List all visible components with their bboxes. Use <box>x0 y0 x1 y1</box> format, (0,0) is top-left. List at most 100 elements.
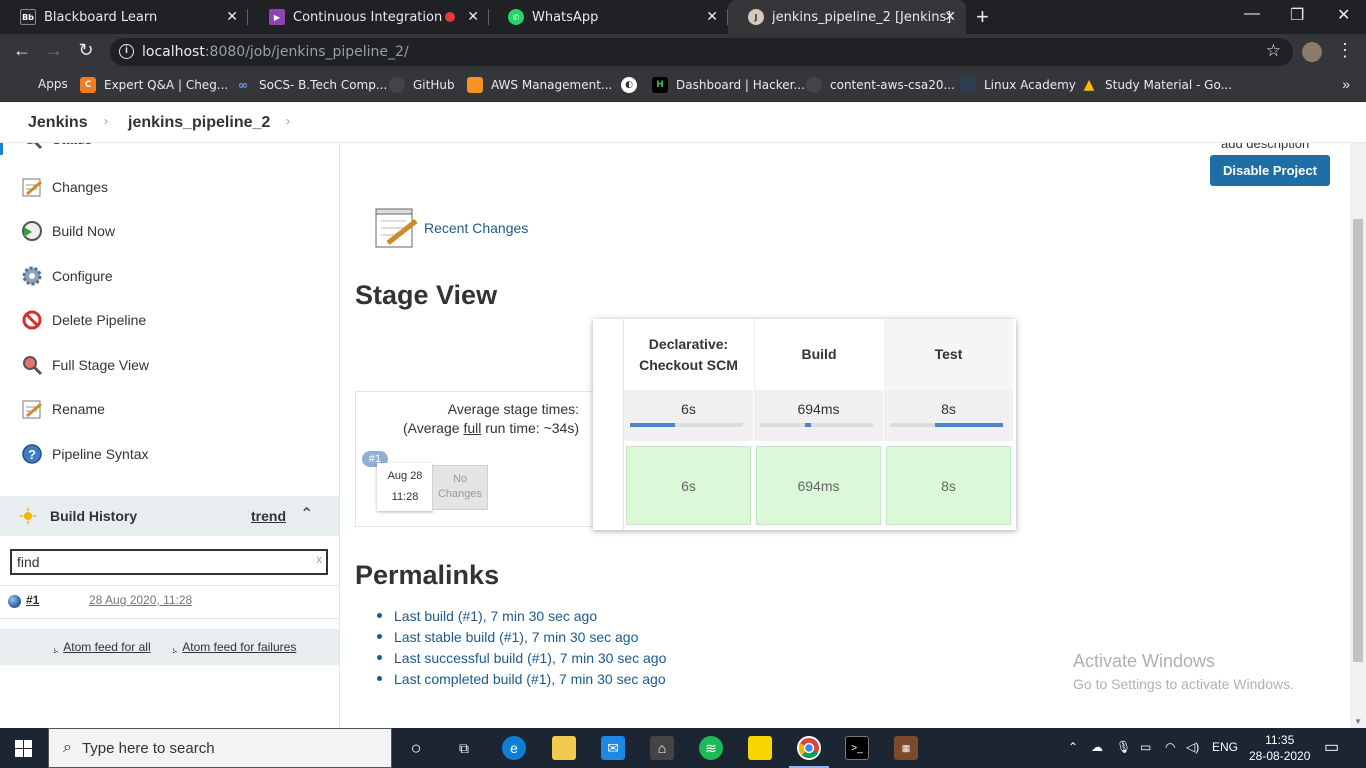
whatsapp-icon: ✆ <box>508 9 524 25</box>
build-date-link[interactable]: 28 Aug 2020, 11:28 <box>89 593 192 607</box>
microphone-icon[interactable]: 🎙︎ <box>1116 740 1131 754</box>
github-icon <box>806 77 822 93</box>
tab-jenkins[interactable]: J jenkins_pipeline_2 [Jenkins] ✕ <box>728 0 966 34</box>
scroll-down-icon[interactable]: ▼ <box>1354 717 1362 726</box>
bookmark-hackerrank[interactable]: H Dashboard | Hacker... <box>652 77 805 93</box>
bookmark-linux-academy[interactable]: Linux Academy <box>960 77 1076 93</box>
info-icon[interactable]: i <box>119 44 134 59</box>
sidebar-item-build-now[interactable]: Build Now <box>0 211 340 251</box>
activate-windows-title: Activate Windows <box>1073 651 1216 671</box>
main-content: add description Disable Project Recent C… <box>341 143 1350 728</box>
atom-feed-all-link[interactable]: ◟ Atom feed for all <box>54 640 151 654</box>
build-history-header: Build History trend ⌃ <box>0 496 339 536</box>
onedrive-icon[interactable]: ☁ <box>1091 740 1103 754</box>
bookmark-content-aws[interactable]: content-aws-csa20... <box>806 77 955 93</box>
forward-icon[interactable]: → <box>42 40 66 61</box>
atom-feed-failures-link[interactable]: ◟ Atom feed for failures <box>173 640 296 654</box>
chevron-up-icon[interactable]: ⌃ <box>300 504 313 524</box>
infinity-icon: ∞ <box>238 78 248 92</box>
run-date: Aug 28 11:28 <box>377 463 433 511</box>
bookmark-socs[interactable]: ∞ SoCS- B.Tech Comp... <box>235 77 387 93</box>
clock-play-icon <box>20 219 44 243</box>
tab-whatsapp[interactable]: ✆ WhatsApp ✕ <box>488 0 728 34</box>
system-clock[interactable]: 11:35 28-08-2020 <box>1249 732 1310 764</box>
avg-progress-fill <box>805 423 811 427</box>
window-close-icon[interactable]: ✕ <box>1337 5 1350 25</box>
page-scrollbar[interactable]: ▲ ▼ <box>1350 103 1366 728</box>
tab-blackboard[interactable]: Bb Blackboard Learn ✕ <box>0 0 248 34</box>
close-icon[interactable]: ✕ <box>706 9 718 25</box>
disable-project-button[interactable]: Disable Project <box>1210 155 1330 186</box>
windows-start-icon[interactable] <box>15 740 32 757</box>
wifi-icon[interactable]: ◠ <box>1165 740 1175 754</box>
close-icon[interactable]: ✕ <box>944 9 956 25</box>
bookmark-aws[interactable]: AWS Management... <box>467 77 612 93</box>
run-no-changes[interactable]: No Changes <box>432 465 488 510</box>
reload-icon[interactable]: ↻ <box>74 40 98 61</box>
stage-header-build: Build <box>754 319 883 390</box>
search-icon: ⌕ <box>63 739 72 756</box>
tab-title: WhatsApp <box>532 9 599 25</box>
build-search-field[interactable]: x <box>10 549 328 575</box>
volume-icon[interactable]: ◁) <box>1186 740 1199 754</box>
new-tab-icon[interactable]: + <box>976 4 989 30</box>
chrome-icon[interactable] <box>797 736 821 760</box>
close-icon[interactable]: ✕ <box>226 9 238 25</box>
clear-icon[interactable]: x <box>317 554 323 566</box>
breadcrumb-job[interactable]: jenkins_pipeline_2 <box>128 114 270 132</box>
bookmark-github[interactable]: GitHub <box>389 77 455 93</box>
menu-icon[interactable]: ⋮ <box>1336 40 1354 61</box>
language-indicator[interactable]: ENG <box>1212 740 1238 754</box>
sidebar-item-full-stage-view[interactable]: Full Stage View <box>0 345 340 385</box>
spotify-icon[interactable]: ≋ <box>699 736 723 760</box>
scroll-thumb[interactable] <box>1353 219 1363 662</box>
battery-icon[interactable]: ▭ <box>1140 740 1151 754</box>
bookmark-star-icon[interactable]: ☆ <box>1266 41 1281 61</box>
notifications-icon[interactable]: ▭ <box>1324 737 1339 757</box>
back-icon[interactable]: ← <box>10 40 34 61</box>
minimize-icon[interactable]: — <box>1244 5 1260 23</box>
tab-continuous-integration[interactable]: ▶ Continuous Integration & De ✕ <box>249 0 489 34</box>
show-hidden-icons-icon[interactable]: ⌃ <box>1068 740 1078 754</box>
bookmark-chegg[interactable]: C Expert Q&A | Cheg... <box>80 77 228 93</box>
taskbar-search[interactable]: ⌕ Type here to search <box>48 728 392 768</box>
profile-avatar[interactable] <box>1302 42 1322 62</box>
permalink-last-successful[interactable]: Last successful build (#1), 7 min 30 sec… <box>377 647 666 668</box>
bookmark-apps[interactable]: Apps <box>16 77 68 91</box>
sidebar-item-delete-pipeline[interactable]: Delete Pipeline <box>0 300 340 340</box>
breadcrumb-jenkins[interactable]: Jenkins <box>28 114 88 132</box>
sidebar-item-changes[interactable]: Changes <box>0 167 340 207</box>
permalink-last-completed[interactable]: Last completed build (#1), 7 min 30 sec … <box>377 668 666 689</box>
find-input[interactable] <box>12 551 302 573</box>
cortana-icon[interactable]: ○ <box>404 736 428 760</box>
sidebar-item-configure[interactable]: Configure <box>0 256 340 296</box>
build-number-link[interactable]: #1 <box>26 593 39 607</box>
close-icon[interactable]: ✕ <box>467 9 479 25</box>
url-text[interactable]: localhost:8080/job/jenkins_pipeline_2/ <box>142 44 409 60</box>
stage-cell-checkout[interactable]: 6s <box>626 446 751 525</box>
stage-cell-build[interactable]: 694ms <box>756 446 881 525</box>
bookmark-globe[interactable]: ◐ <box>621 77 645 93</box>
permalink-last-build[interactable]: Last build (#1), 7 min 30 sec ago <box>377 605 666 626</box>
terminal-icon[interactable]: >_ <box>845 736 869 760</box>
more-bookmarks-icon[interactable]: » <box>1342 76 1350 92</box>
game-icon[interactable]: ▦ <box>894 736 918 760</box>
video-icon: ▶ <box>269 9 285 25</box>
sidebar-item-pipeline-syntax[interactable]: ? Pipeline Syntax <box>0 434 340 474</box>
chevron-right-icon[interactable]: › <box>286 114 290 128</box>
edge-icon[interactable]: e <box>502 736 526 760</box>
mail-icon[interactable]: ✉ <box>601 736 625 760</box>
address-bar[interactable]: i localhost:8080/job/jenkins_pipeline_2/… <box>110 38 1293 66</box>
recent-changes-link[interactable]: Recent Changes <box>424 220 528 236</box>
trend-link[interactable]: trend <box>251 508 286 524</box>
file-explorer-icon[interactable] <box>552 736 576 760</box>
bookmark-study-material[interactable]: ▲ Study Material - Go... <box>1081 77 1232 93</box>
sticky-notes-icon[interactable] <box>748 736 772 760</box>
store-icon[interactable]: ⌂ <box>650 736 674 760</box>
stage-cell-test[interactable]: 8s <box>886 446 1011 525</box>
restore-icon[interactable]: ❐ <box>1290 5 1304 25</box>
task-view-icon[interactable]: ⧉ <box>452 736 476 760</box>
build-row[interactable]: #1 28 Aug 2020, 11:28 <box>0 585 339 619</box>
sidebar-item-rename[interactable]: Rename <box>0 389 340 429</box>
permalink-last-stable[interactable]: Last stable build (#1), 7 min 30 sec ago <box>377 626 666 647</box>
